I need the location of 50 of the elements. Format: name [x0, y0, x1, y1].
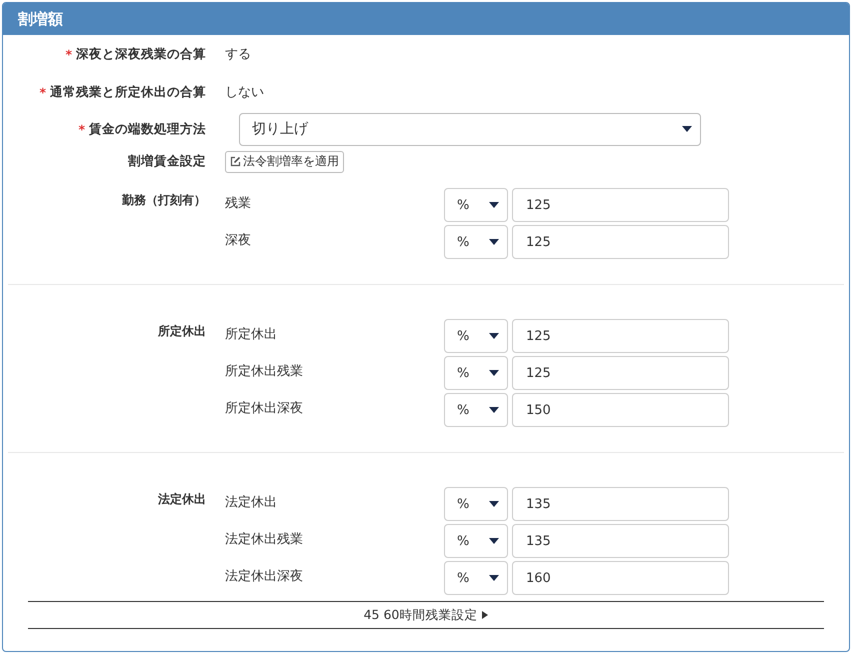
caret-icon	[682, 126, 692, 132]
rate-label: 所定休出	[225, 326, 278, 343]
group-label: 勤務（打刻有）	[122, 193, 206, 207]
rate-input[interactable]: 125	[512, 188, 729, 222]
rate-input[interactable]: 160	[512, 561, 729, 595]
caret-icon	[489, 333, 499, 339]
caret-icon	[489, 538, 499, 544]
group-label: 法定休出	[158, 492, 206, 506]
rate-input[interactable]: 125	[512, 319, 729, 353]
rate-label: 法定休出	[225, 494, 278, 511]
unit-select[interactable]: %	[444, 524, 508, 558]
edit-icon	[230, 156, 241, 167]
rate-input[interactable]: 150	[512, 393, 729, 427]
rate-input[interactable]: 135	[512, 487, 729, 521]
group-label: 所定休出	[158, 324, 206, 338]
rounding-select[interactable]: 切り上げ	[239, 112, 701, 146]
caret-icon	[489, 370, 499, 376]
unit-select[interactable]: %	[444, 356, 508, 390]
unit-select[interactable]: %	[444, 487, 508, 521]
unit-select[interactable]: %	[444, 319, 508, 353]
rate-input[interactable]: 135	[512, 524, 729, 558]
unit-select[interactable]: %	[444, 188, 508, 222]
caret-icon	[489, 239, 499, 245]
rate-label: 所定休出残業	[225, 363, 304, 380]
required-mark: *	[65, 46, 72, 62]
rate-label: 法定休出深夜	[225, 568, 304, 585]
rate-label: 深夜	[225, 232, 252, 249]
caret-icon	[489, 501, 499, 507]
rate-input[interactable]: 125	[512, 356, 729, 390]
panel-title: 割増額	[18, 10, 63, 28]
apply-button[interactable]: 法令割増率を適用	[225, 150, 344, 172]
caret-icon	[489, 575, 499, 581]
caret-icon	[489, 407, 499, 413]
overtime-settings-toggle[interactable]: 45 60時間残業設定	[364, 606, 488, 624]
field-label: 深夜と深夜残業の合算	[76, 46, 206, 62]
unit-select[interactable]: %	[444, 393, 508, 427]
field-value: しない	[225, 84, 264, 101]
required-mark: *	[78, 122, 85, 136]
field-value: する	[225, 46, 251, 63]
field-label: 通常残業と所定休出の合算	[50, 84, 206, 100]
field-label: 賃金の端数処理方法	[89, 120, 206, 138]
unit-select[interactable]: %	[444, 225, 508, 259]
rate-label: 所定休出深夜	[225, 400, 304, 417]
rate-label: 法定休出残業	[225, 531, 304, 548]
unit-select[interactable]: %	[444, 561, 508, 595]
rate-input[interactable]: 125	[512, 225, 729, 259]
field-label: 割増賃金設定	[128, 153, 206, 170]
rate-label: 残業	[225, 195, 252, 212]
caret-icon	[489, 202, 499, 208]
required-mark: *	[39, 84, 46, 100]
